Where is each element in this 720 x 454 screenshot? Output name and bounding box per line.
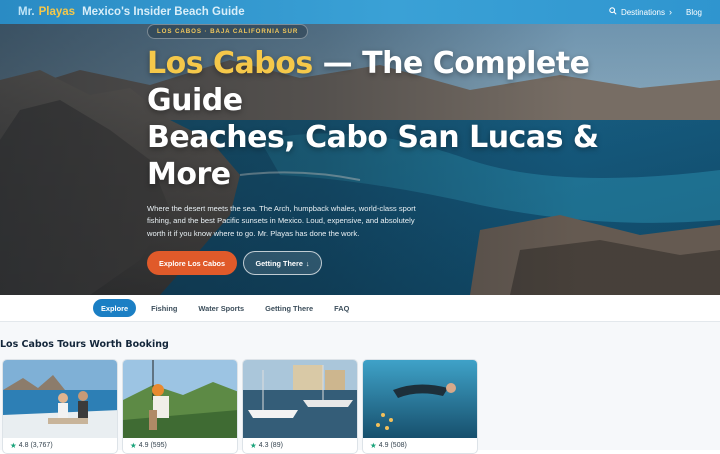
rating-value: 4.9 xyxy=(138,442,149,449)
title-line1: — The Complete xyxy=(312,46,590,81)
tour-card[interactable]: ★ 4.9 (595) xyxy=(122,359,238,454)
title-line2: Guide xyxy=(147,83,243,118)
tab-explore[interactable]: Explore xyxy=(93,299,137,317)
tour-card[interactable]: ★ 4.3 (89) xyxy=(242,359,358,454)
title-line4: More xyxy=(147,157,231,192)
tour-rating: ★ 4.9 (595) xyxy=(130,441,167,450)
getting-there-button[interactable]: Getting There ↓ xyxy=(243,251,322,275)
tours-section: Los Cabos Tours Worth Booking ★ 4.8 (3,7… xyxy=(0,322,720,454)
rating-value: 4.3 xyxy=(258,442,269,449)
tab-water-sports[interactable]: Water Sports xyxy=(192,299,250,317)
tours-heading: Los Cabos Tours Worth Booking xyxy=(0,339,169,350)
location-badge: LOS CABOS · BAJA CALIFORNIA SUR xyxy=(147,24,309,39)
destinations-label: Destinations xyxy=(620,7,665,17)
review-count: (89) xyxy=(270,442,283,449)
boat-couple-arch-photo xyxy=(3,360,117,438)
search-icon xyxy=(609,7,617,17)
top-navigation: Mr. Playas Mexico's Insider Beach Guide … xyxy=(0,0,720,24)
review-count: (508) xyxy=(390,442,407,449)
getting-there-label: Getting There xyxy=(255,258,303,268)
hero-description: Where the desert meets the sea. The Arch… xyxy=(147,204,416,238)
tab-fishing[interactable]: Fishing xyxy=(145,299,183,317)
review-count: (595) xyxy=(150,442,167,449)
section-tabs: Explore Fishing Water Sports Getting The… xyxy=(0,295,720,322)
destinations-menu[interactable]: Destinations › xyxy=(609,7,672,17)
marina-boats-photo xyxy=(243,360,357,438)
title-line3: Beaches, Cabo San Lucas & xyxy=(147,120,599,155)
review-count: (3,767) xyxy=(30,442,53,449)
tour-rating: ★ 4.8 (3,767) xyxy=(10,441,53,450)
rating-value: 4.8 xyxy=(18,442,29,449)
brand-playas: Playas xyxy=(38,6,76,18)
tour-rating: ★ 4.9 (508) xyxy=(370,441,407,450)
zipline-photo xyxy=(123,360,237,438)
star-icon: ★ xyxy=(250,441,257,450)
brand-tagline: Mexico's Insider Beach Guide xyxy=(82,6,245,18)
title-highlight: Los Cabos xyxy=(147,46,313,81)
chevron-right-icon: › xyxy=(668,7,672,17)
tour-card[interactable]: ★ 4.8 (3,767) xyxy=(2,359,118,454)
hero-section: Mr. Playas Mexico's Insider Beach Guide … xyxy=(0,0,720,295)
nav-links: Destinations › Blog xyxy=(609,7,702,17)
tour-rating: ★ 4.3 (89) xyxy=(250,441,283,450)
tab-getting-there[interactable]: Getting There xyxy=(259,299,319,317)
tab-faq[interactable]: FAQ xyxy=(328,299,355,317)
star-icon: ★ xyxy=(130,441,137,450)
blog-link[interactable]: Blog xyxy=(686,8,702,17)
page-title: Los Cabos — The Complete Guide Beaches, … xyxy=(147,45,617,193)
tour-card[interactable]: ★ 4.9 (508) xyxy=(362,359,478,454)
arrow-down-icon: ↓ xyxy=(305,258,310,268)
snorkel-underwater-photo xyxy=(363,360,477,438)
explore-los-cabos-button[interactable]: Explore Los Cabos xyxy=(147,251,237,275)
star-icon: ★ xyxy=(370,441,377,450)
star-icon: ★ xyxy=(10,441,17,450)
site-logo[interactable]: Mr. Playas Mexico's Insider Beach Guide xyxy=(18,6,245,18)
rating-value: 4.9 xyxy=(378,442,389,449)
brand-mr: Mr. xyxy=(18,6,35,18)
